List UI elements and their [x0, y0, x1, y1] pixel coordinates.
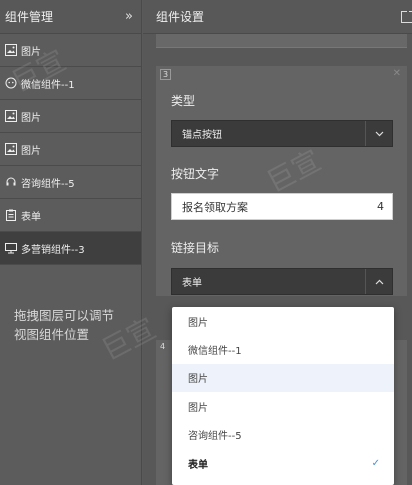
image-icon: [4, 110, 17, 123]
type-select-value: 锚点按钮: [182, 130, 222, 141]
layer-item-image-3[interactable]: 图片: [0, 133, 141, 166]
layer-item-image-2[interactable]: 图片: [0, 100, 141, 133]
sidebar-header: 组件管理 »: [0, 0, 141, 34]
chevron-down-icon: [365, 121, 392, 146]
previous-card-edge: [156, 34, 407, 48]
layer-item-label: 多营销组件--3: [21, 244, 85, 256]
card-index-badge: 4: [160, 342, 166, 351]
dropdown-option[interactable]: 图片: [172, 307, 394, 335]
layer-item-label: 图片: [21, 46, 41, 58]
option-label: 微信组件--1: [188, 346, 242, 358]
layer-sidebar: 组件管理 » 图片 微信组件--1 图片 图片 咨询组件--5 表单 多营销组件…: [0, 0, 142, 485]
monitor-icon: [4, 242, 17, 255]
headset-icon: [4, 176, 17, 189]
option-label: 图片: [188, 317, 208, 329]
link-target-label: 链接目标: [171, 241, 220, 255]
type-label: 类型: [171, 94, 196, 108]
option-label: 咨询组件--5: [188, 431, 242, 443]
char-count: 4: [377, 200, 384, 213]
sidebar-title: 组件管理: [5, 10, 54, 24]
panel-header: 组件设置: [143, 0, 412, 34]
layer-item-label: 图片: [21, 145, 41, 157]
layer-item-form[interactable]: 表单: [0, 199, 141, 232]
export-icon[interactable]: [400, 10, 412, 24]
layer-item-image-1[interactable]: 图片: [0, 34, 141, 67]
double-chevron-right-icon[interactable]: »: [125, 9, 133, 24]
layer-item-label: 表单: [21, 211, 41, 223]
dropdown-option[interactable]: 图片: [172, 392, 394, 420]
type-select[interactable]: 锚点按钮: [171, 120, 393, 147]
dropdown-option[interactable]: 微信组件--1: [172, 335, 394, 363]
link-target-select[interactable]: 表单: [171, 268, 393, 295]
option-label: 图片: [188, 374, 208, 386]
button-text-label: 按钮文字: [171, 167, 220, 181]
layer-item-label: 咨询组件--5: [21, 178, 75, 190]
image-icon: [4, 44, 17, 57]
dropdown-option[interactable]: 咨询组件--5: [172, 421, 394, 449]
layer-item-label: 图片: [21, 112, 41, 124]
panel-title: 组件设置: [156, 10, 205, 24]
link-target-value: 表单: [182, 278, 202, 289]
check-icon: ✓: [371, 457, 380, 469]
layer-item-marketing[interactable]: 多营销组件--3: [0, 232, 141, 265]
link-target-dropdown: 图片 微信组件--1 图片 图片 咨询组件--5 表单 ✓: [172, 307, 394, 485]
button-text-input[interactable]: 报名领取方案 4: [171, 193, 393, 220]
option-label: 表单: [188, 459, 208, 471]
card-index-badge: 3: [160, 69, 172, 80]
layer-item-wechat[interactable]: 微信组件--1: [0, 67, 141, 100]
close-icon[interactable]: ✕: [393, 68, 401, 79]
button-text-value: 报名领取方案: [182, 200, 248, 214]
form-icon: [4, 209, 17, 222]
chevron-up-icon: [365, 269, 392, 294]
wechat-icon: [4, 77, 17, 90]
drag-hint-text: 拖拽图层可以调节视图组件位置: [14, 308, 115, 342]
dropdown-option-selected[interactable]: 表单 ✓: [172, 449, 394, 477]
image-icon: [4, 143, 17, 156]
layer-item-consult[interactable]: 咨询组件--5: [0, 166, 141, 199]
dropdown-option[interactable]: 图片: [172, 363, 394, 393]
component-card: 3 ✕ 类型 锚点按钮 按钮文字 报名领取方案 4 链接目标 表单: [156, 66, 407, 296]
layer-item-label: 微信组件--1: [21, 79, 75, 91]
option-label: 图片: [188, 402, 208, 414]
